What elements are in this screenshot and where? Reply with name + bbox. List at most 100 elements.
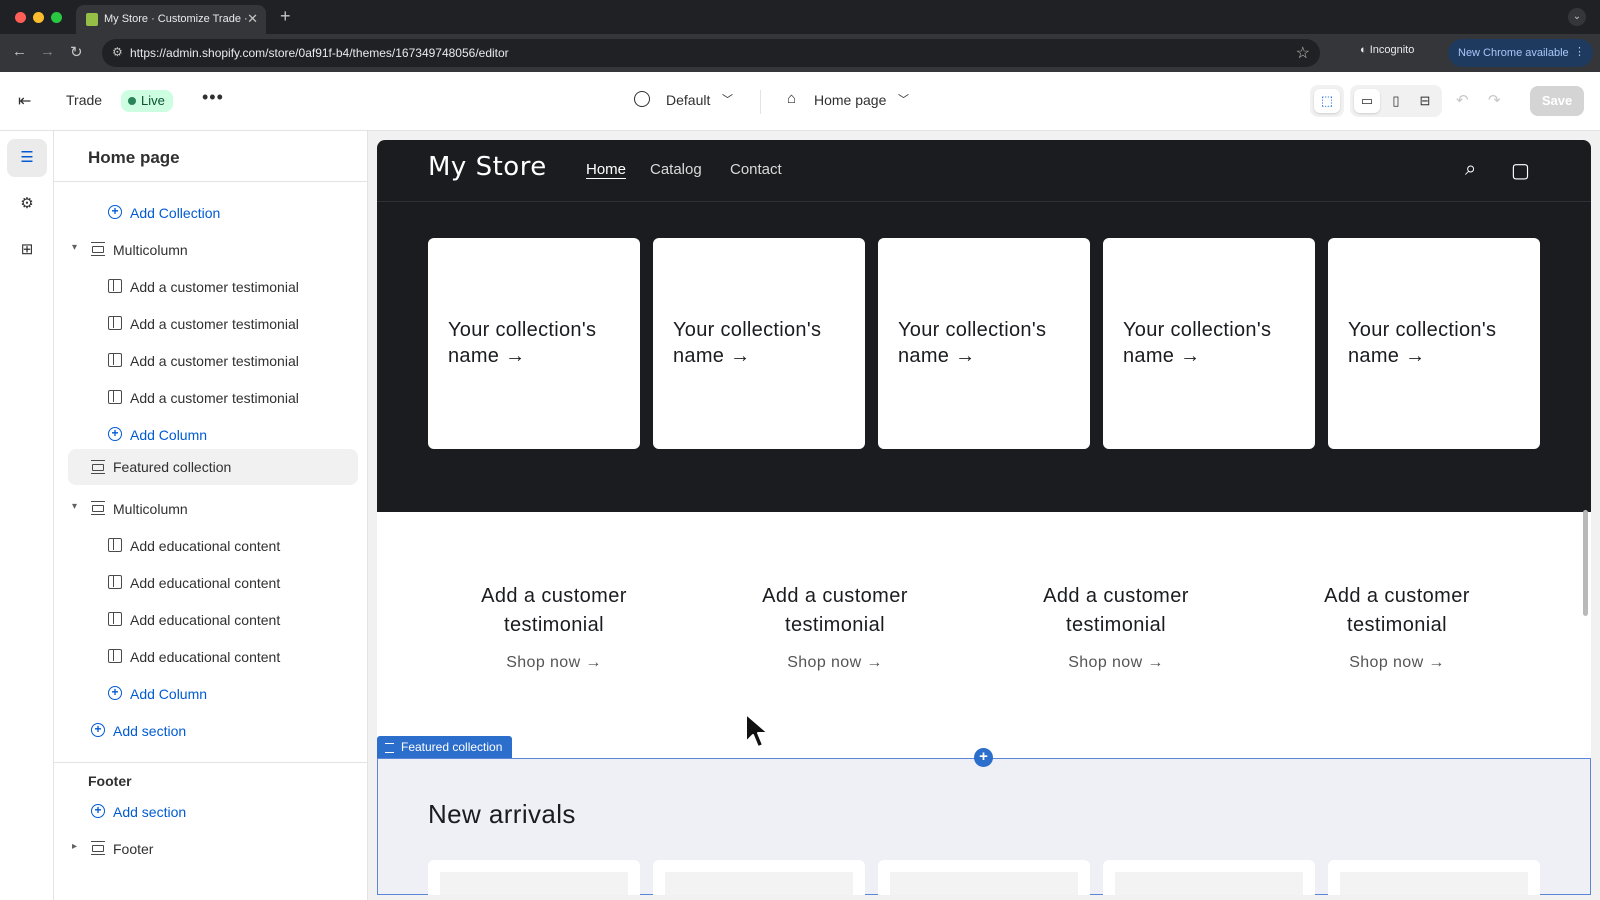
- save-button[interactable]: Save: [1530, 86, 1584, 116]
- tab-search-icon[interactable]: ⌄: [1568, 8, 1586, 26]
- add-section-button[interactable]: + Add section: [54, 714, 367, 748]
- add-section-plus-icon[interactable]: +: [974, 748, 993, 767]
- page-select[interactable]: Home page: [814, 92, 886, 108]
- nav-link-home[interactable]: Home: [586, 161, 626, 178]
- maximize-window-button[interactable]: [51, 12, 62, 23]
- product-card[interactable]: [1328, 860, 1540, 895]
- shop-now-link[interactable]: Shop now →: [1001, 654, 1231, 672]
- bookmark-star-icon[interactable]: ☆: [1296, 43, 1310, 63]
- nav-link-catalog[interactable]: Catalog: [650, 161, 702, 178]
- preview-scrollbar[interactable]: [1583, 510, 1588, 616]
- shop-now-link[interactable]: Shop now →: [439, 654, 669, 672]
- globe-icon[interactable]: [634, 91, 650, 107]
- chevron-down-icon[interactable]: ﹀: [722, 91, 733, 107]
- store-logo[interactable]: My Store: [428, 152, 547, 182]
- editor-left-rail: ☰ ⚙ ⊞: [0, 131, 54, 900]
- minimize-window-button[interactable]: [33, 12, 44, 23]
- chevron-right-icon[interactable]: ▸: [72, 841, 77, 852]
- testimonial-title: Add a customer testimonial: [1043, 585, 1189, 636]
- editor-header: ⇤ Trade Live ••• Default ﹀ ⌂ Home page ﹀…: [0, 72, 1600, 131]
- add-collection-label: Add Collection: [130, 205, 221, 221]
- section-footer[interactable]: ▸ Footer: [54, 832, 367, 866]
- featured-collection-tag[interactable]: Featured collection: [377, 736, 513, 758]
- add-column-button[interactable]: + Add Column: [54, 418, 367, 452]
- add-column-label: Add Column: [130, 686, 208, 702]
- featured-collection-heading: New arrivals: [428, 799, 576, 829]
- app-embeds-icon[interactable]: ⊞: [7, 231, 47, 269]
- section-multicolumn-testimonials[interactable]: ▾ Multicolumn: [54, 233, 367, 267]
- chevron-down-icon[interactable]: ▾: [72, 501, 77, 512]
- inspector-cursor-icon[interactable]: ⬚: [1314, 89, 1340, 113]
- plus-circle-icon: +: [91, 804, 105, 818]
- section-multicolumn-educational[interactable]: ▾ Multicolumn: [54, 492, 367, 526]
- block-item[interactable]: Add educational content: [54, 640, 367, 674]
- forward-arrow-icon[interactable]: →: [40, 43, 55, 60]
- more-actions-icon[interactable]: •••: [202, 87, 224, 108]
- collection-card[interactable]: Your collection's name →: [878, 238, 1090, 449]
- reload-icon[interactable]: ↻: [70, 43, 83, 61]
- add-column-button[interactable]: + Add Column: [54, 677, 367, 711]
- footer-add-section-button[interactable]: + Add section: [54, 795, 367, 829]
- block-item[interactable]: Add educational content: [54, 603, 367, 637]
- new-tab-button[interactable]: +: [280, 6, 291, 27]
- collection-card[interactable]: Your collection's name →: [428, 238, 640, 449]
- address-bar[interactable]: ⚙ https://admin.shopify.com/store/0af91f…: [102, 39, 1320, 67]
- cart-icon[interactable]: ▢: [1511, 158, 1530, 183]
- plus-circle-icon: +: [108, 427, 122, 441]
- block-item[interactable]: Add a customer testimonial: [54, 307, 367, 341]
- mobile-view-icon[interactable]: ▯: [1383, 89, 1409, 113]
- new-chrome-available-button[interactable]: New Chrome available ⋮: [1448, 39, 1593, 67]
- footer-group-heading: Footer: [88, 773, 132, 789]
- sections-icon[interactable]: ☰: [7, 139, 47, 177]
- close-tab-icon[interactable]: ✕: [247, 11, 258, 27]
- product-card[interactable]: [878, 860, 1090, 895]
- section-featured-collection[interactable]: Featured collection: [68, 449, 358, 485]
- incognito-indicator[interactable]: ◐ Incognito: [1360, 44, 1414, 56]
- desktop-view-icon[interactable]: ▭: [1354, 89, 1380, 113]
- block-item[interactable]: Add a customer testimonial: [54, 344, 367, 378]
- chevron-down-icon[interactable]: ﹀: [898, 91, 909, 107]
- locale-select[interactable]: Default: [666, 92, 710, 108]
- block-icon: [108, 575, 122, 589]
- undo-icon[interactable]: ↶: [1456, 91, 1469, 109]
- exit-editor-icon[interactable]: ⇤: [18, 91, 31, 111]
- collection-name: Your collection's name →: [1123, 319, 1272, 367]
- block-item[interactable]: Add educational content: [54, 566, 367, 600]
- shop-now-link[interactable]: Shop now →: [720, 654, 950, 672]
- home-icon[interactable]: ⌂: [787, 90, 796, 107]
- sidebar-title: Home page: [88, 148, 180, 167]
- chevron-down-icon[interactable]: ▾: [72, 242, 77, 253]
- section-label: Featured collection: [113, 459, 232, 475]
- add-section-label: Add section: [113, 804, 187, 820]
- section-icon: [91, 501, 105, 515]
- block-label: Add a customer testimonial: [130, 353, 299, 369]
- fullscreen-view-icon[interactable]: ⊟: [1412, 89, 1438, 113]
- collection-card[interactable]: Your collection's name →: [1328, 238, 1540, 449]
- block-item[interactable]: Add a customer testimonial: [54, 381, 367, 415]
- browser-tab-active[interactable]: My Store · Customize Trade · ✕: [76, 5, 266, 34]
- product-card[interactable]: [653, 860, 865, 895]
- plus-circle-icon: +: [108, 686, 122, 700]
- back-arrow-icon[interactable]: ←: [12, 43, 27, 60]
- product-card[interactable]: [428, 860, 640, 895]
- shop-now-link[interactable]: Shop now →: [1282, 654, 1512, 672]
- block-item[interactable]: Add educational content: [54, 529, 367, 563]
- collection-card[interactable]: Your collection's name →: [653, 238, 865, 449]
- product-card[interactable]: [1103, 860, 1315, 895]
- collection-card[interactable]: Your collection's name →: [1103, 238, 1315, 449]
- redo-icon[interactable]: ↷: [1488, 91, 1501, 109]
- add-collection-button[interactable]: + Add Collection: [54, 196, 367, 230]
- url-text: https://admin.shopify.com/store/0af91f-b…: [130, 46, 509, 60]
- block-label: Add educational content: [130, 538, 281, 554]
- search-icon[interactable]: ⌕: [1465, 158, 1476, 181]
- kebab-menu-icon: ⋮: [1574, 46, 1585, 58]
- site-info-icon[interactable]: ⚙: [112, 45, 123, 59]
- add-column-label: Add Column: [130, 427, 208, 443]
- header-divider: [377, 201, 1591, 202]
- theme-name: Trade: [66, 92, 103, 108]
- close-window-button[interactable]: [15, 12, 26, 23]
- theme-settings-gear-icon[interactable]: ⚙: [7, 185, 47, 223]
- block-item[interactable]: Add a customer testimonial: [54, 270, 367, 304]
- tab-title: My Store · Customize Trade ·: [104, 13, 248, 25]
- nav-link-contact[interactable]: Contact: [730, 161, 782, 178]
